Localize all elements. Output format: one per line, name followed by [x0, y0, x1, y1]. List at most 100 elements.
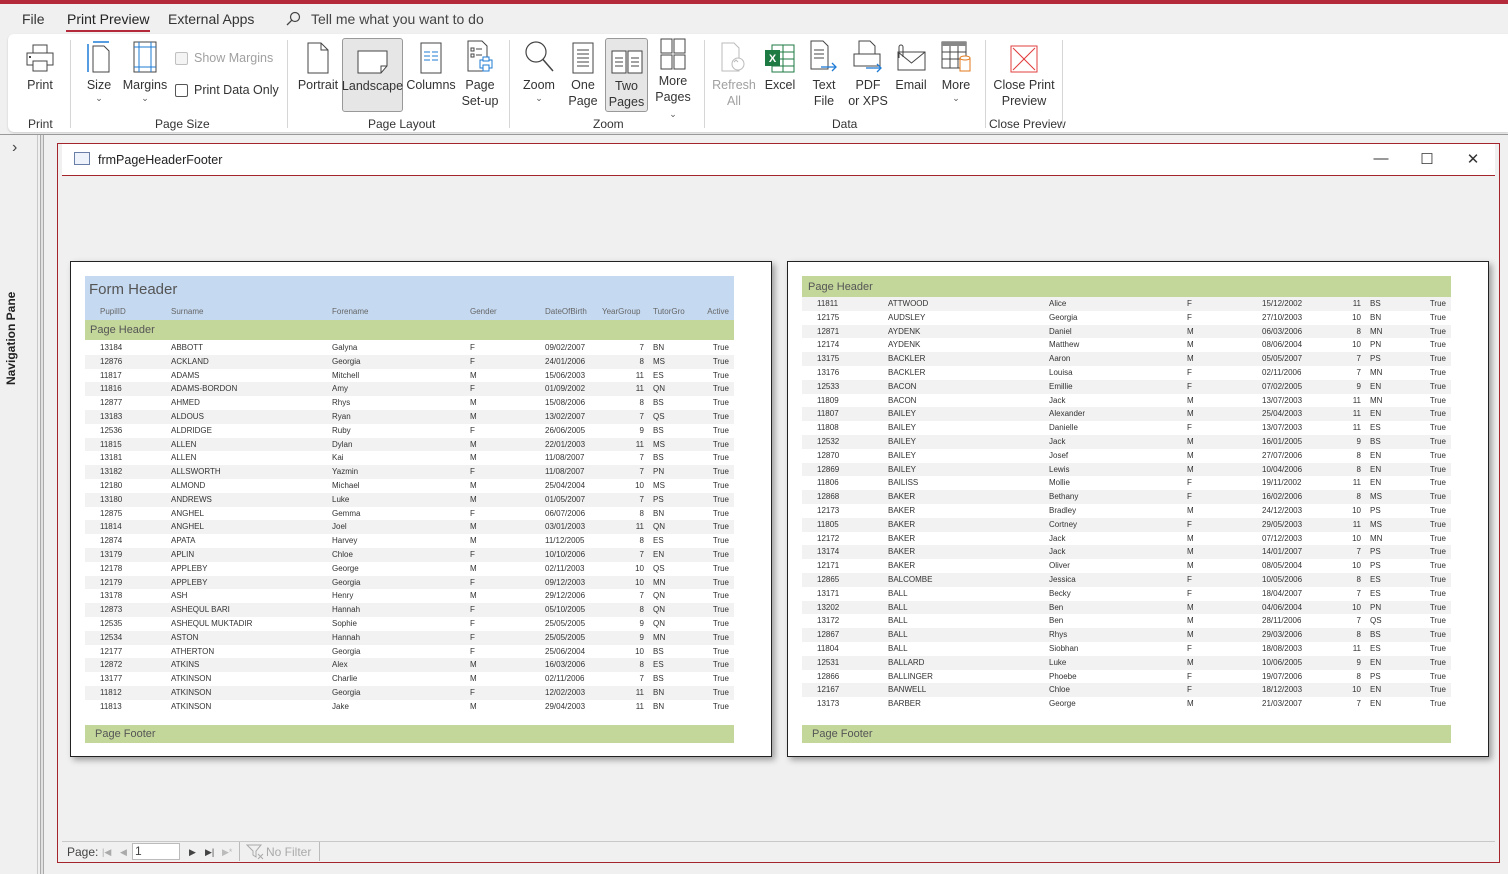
next-page-button[interactable]: ▶ — [189, 847, 196, 858]
columns-button[interactable]: Columns — [406, 38, 456, 112]
cell-forename: Amy — [332, 384, 348, 394]
cell-active: True — [1429, 588, 1446, 598]
printer-icon — [26, 44, 54, 72]
no-filter-button[interactable]: No Filter — [266, 845, 311, 859]
column-header-date-of-birth: DateOfBirth — [545, 307, 587, 316]
cell-pupil-id: 13183 — [100, 412, 123, 421]
margins-button[interactable]: Margins ⌄ — [122, 38, 168, 112]
cell-forename: Michael — [332, 481, 360, 490]
first-page-button[interactable]: |◀ — [102, 847, 111, 858]
cell-active: True — [1429, 506, 1446, 515]
excel-export-button[interactable]: X Excel — [760, 38, 800, 112]
cell-date-of-birth: 10/05/2006 — [1262, 575, 1303, 584]
email-button[interactable]: Email — [894, 38, 928, 112]
cell-forename: Galyna — [332, 343, 358, 352]
navigation-pane-label[interactable]: Navigation Pane — [4, 292, 18, 385]
maximize-button[interactable]: ☐ — [1416, 150, 1438, 170]
cell-pupil-id: 11815 — [100, 439, 122, 449]
cell-date-of-birth: 02/11/2003 — [545, 563, 585, 573]
cell-year-group: 7 — [1356, 368, 1361, 377]
more-pages-button[interactable]: More Pages ⌄ — [650, 38, 696, 119]
refresh-all-button[interactable]: Refresh All — [712, 38, 756, 112]
print-button[interactable]: Print — [18, 38, 62, 112]
cell-tutor-group: QS — [653, 412, 665, 421]
print-data-only-checkbox[interactable]: Print Data Only — [175, 83, 279, 97]
cell-forename: Gemma — [332, 508, 361, 518]
cell-year-group: 7 — [1356, 616, 1361, 626]
new-record-button[interactable]: ▶* — [222, 847, 232, 858]
cell-date-of-birth: 09/12/2003 — [545, 577, 586, 587]
cell-surname: AYDENK — [888, 326, 921, 336]
page-label: Page: — [67, 845, 99, 859]
cell-date-of-birth: 12/02/2003 — [545, 688, 586, 697]
portrait-button[interactable]: Portrait — [296, 38, 340, 112]
text-file-export-button[interactable]: Text File — [808, 38, 840, 112]
cell-active: True — [1429, 644, 1446, 653]
page-number-input[interactable]: 1 — [132, 843, 180, 860]
size-button[interactable]: Size ⌄ — [84, 38, 114, 112]
last-page-button[interactable]: ▶| — [205, 847, 214, 858]
table-row: 12877 AHMED Rhys M 15/08/2006 8 BS True — [85, 396, 734, 410]
cell-date-of-birth: 13/07/2003 — [1262, 423, 1303, 433]
tab-external-apps[interactable]: External Apps — [168, 11, 254, 27]
two-pages-button[interactable]: Two Pages — [605, 38, 648, 112]
cell-year-group: 10 — [635, 563, 644, 573]
cell-gender: M — [1187, 547, 1194, 557]
cell-gender: M — [1187, 657, 1194, 667]
cell-tutor-group: BS — [1370, 299, 1381, 308]
pdf-xps-export-button[interactable]: PDF or XPS — [846, 38, 890, 112]
minimize-button[interactable]: — — [1370, 150, 1392, 170]
more-export-button[interactable]: More ⌄ — [936, 38, 976, 112]
cell-gender: F — [470, 384, 475, 394]
cell-tutor-group: PN — [1370, 602, 1382, 612]
cell-surname: BACON — [888, 395, 917, 405]
close-print-preview-button[interactable]: Close Print Preview — [991, 38, 1057, 112]
page-footer-band — [802, 725, 1451, 743]
navigation-pane[interactable]: › Navigation Pane — [0, 135, 38, 874]
table-row: 13184 ABBOTT Galyna F 09/02/2007 7 BN True — [85, 341, 734, 355]
cell-tutor-group: PS — [1370, 671, 1381, 681]
cell-gender: F — [1187, 644, 1192, 653]
table-row: 12167 BANWELL Chloe F 18/12/2003 10 EN True — [802, 683, 1451, 698]
one-page-button[interactable]: One Page — [565, 38, 601, 112]
zoom-button[interactable]: Zoom ⌄ — [519, 38, 559, 112]
tab-file[interactable]: File — [22, 11, 45, 27]
splitter[interactable] — [40, 135, 44, 874]
cell-tutor-group: ES — [653, 536, 664, 546]
tell-me-search[interactable]: Tell me what you want to do — [285, 11, 484, 27]
text-file-icon — [810, 40, 837, 72]
chevron-down-icon: ⌄ — [95, 93, 103, 103]
cell-tutor-group: BN — [1370, 312, 1382, 322]
cell-tutor-group: MN — [1370, 533, 1383, 543]
group-separator — [287, 40, 288, 128]
landscape-button[interactable]: Landscape — [342, 38, 403, 112]
cell-gender: M — [470, 563, 477, 573]
show-margins-checkbox[interactable]: Show Margins — [175, 51, 273, 65]
cell-forename: Mollie — [1049, 478, 1070, 488]
cell-gender: M — [1187, 699, 1194, 709]
previous-page-button[interactable]: ◀ — [120, 847, 127, 858]
svg-text:X: X — [769, 53, 777, 65]
chevron-right-icon[interactable]: › — [12, 139, 17, 157]
column-header-year-group: YearGroup — [602, 307, 641, 316]
cell-tutor-group: EN — [1370, 381, 1382, 391]
cell-gender: F — [1187, 368, 1192, 377]
close-button[interactable]: ✕ — [1462, 150, 1484, 170]
cell-gender: M — [470, 660, 477, 670]
page-setup-button[interactable]: Page Set-up — [460, 38, 500, 112]
table-row: 12874 APATA Harvey M 11/12/2005 8 ES True — [85, 534, 734, 548]
cell-active: True — [712, 563, 729, 573]
cell-pupil-id: 13177 — [100, 674, 123, 684]
tab-print-preview[interactable]: Print Preview — [65, 11, 151, 32]
cell-tutor-group: ES — [653, 370, 664, 380]
cell-tutor-group: ES — [1370, 588, 1381, 598]
cell-pupil-id: 12875 — [100, 508, 123, 518]
cell-active: True — [712, 536, 729, 546]
cell-forename: Bethany — [1049, 492, 1079, 502]
cell-gender: M — [1187, 464, 1194, 474]
document-window: frmPageHeaderFooter — ☐ ✕ Form Header Pu… — [57, 143, 1500, 863]
table-row: 12875 ANGHEL Gemma F 06/07/2006 8 BN True — [85, 507, 734, 521]
cell-pupil-id: 11812 — [100, 688, 122, 697]
cell-pupil-id: 12866 — [817, 671, 840, 681]
group-label-data: Data — [832, 117, 858, 131]
